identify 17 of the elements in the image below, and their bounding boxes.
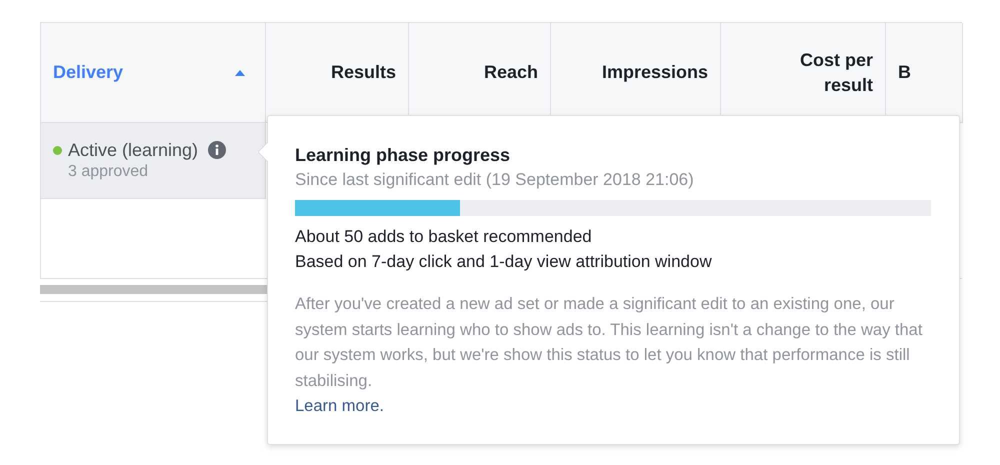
- popover-title: Learning phase progress: [295, 144, 512, 167]
- column-title: Impressions: [602, 61, 708, 84]
- column-title: Results: [330, 61, 396, 84]
- column-header[interactable]: B: [886, 23, 963, 123]
- column-header[interactable]: Results: [266, 23, 409, 123]
- status-text: Active (learning): [68, 139, 198, 161]
- popover-subtitle: Since last significant edit (19 September 2018 21:06): [295, 169, 695, 191]
- learn-more-link[interactable]: Learn more.: [295, 394, 384, 420]
- column-title: Cost per result: [798, 48, 873, 96]
- column-title: Reach: [484, 61, 538, 84]
- popover-description: After you've created a new ad set or made a significant edit to an existing one, our system starts learning who to show ads to. This learning isn't a change to the way that our system works, but we're show this status to let you know that performance is still stabilising. Learn more.: [295, 292, 931, 420]
- popover-text: Based on 7-day click and 1-day view attribution window: [295, 251, 713, 273]
- column-title: B: [898, 61, 911, 84]
- column-title: Delivery: [53, 61, 124, 84]
- status-detail: 3 approved: [67, 162, 150, 182]
- popover-text: About 50 adds to basket recommended: [295, 226, 593, 248]
- info-icon[interactable]: [208, 141, 226, 159]
